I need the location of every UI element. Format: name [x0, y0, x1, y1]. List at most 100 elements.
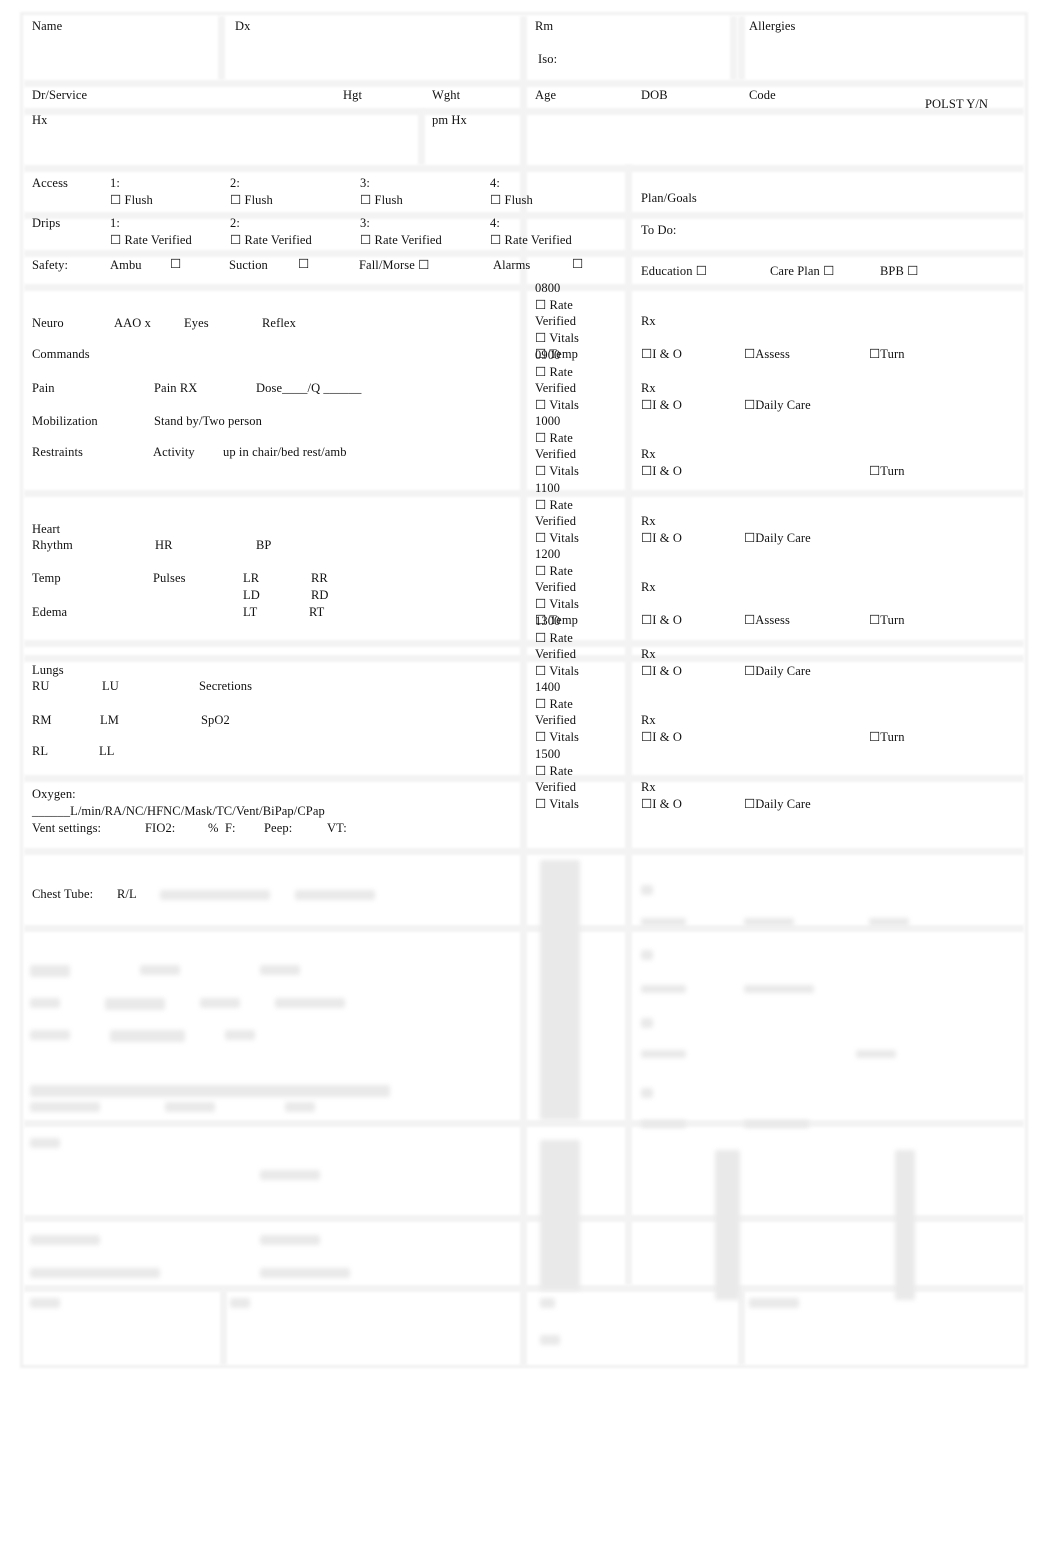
assess-checkbox[interactable]: ☐Assess [744, 613, 790, 628]
blurred-text [540, 1335, 560, 1345]
hour-1400-label: 1400 [535, 680, 561, 694]
grid-line [218, 16, 225, 80]
verified-label: Verified [535, 513, 577, 528]
grid-line [220, 1290, 227, 1365]
age-label: Age [535, 88, 557, 102]
grid-line [730, 16, 737, 80]
lungs-oxygen-label: Oxygen: [32, 787, 76, 801]
lungs-fio2-label: FIO2: [145, 821, 176, 835]
blurred-text [30, 1030, 70, 1040]
rate-checkbox[interactable]: ☐ Rate [535, 498, 573, 513]
daily-care-checkbox[interactable]: ☐Daily Care [744, 398, 811, 413]
access-slot-2: 2: [230, 176, 240, 190]
flush-checkbox[interactable]: ☐ Flush [110, 193, 153, 208]
flush-checkbox[interactable]: ☐ Flush [360, 193, 403, 208]
weight-label: Wght [432, 88, 461, 102]
vitals-checkbox[interactable]: ☐ Vitals [535, 531, 579, 546]
turn-checkbox[interactable]: ☐Turn [869, 730, 905, 745]
lungs-f-label: F: [225, 821, 236, 835]
lungs-spo2-label: SpO2 [201, 713, 230, 727]
alarms-checkbox[interactable]: ☐ [572, 257, 583, 272]
rate-verified-checkbox[interactable]: ☐ Rate Verified [360, 233, 442, 248]
neuro-pain-label: Pain [32, 381, 55, 395]
dr-service-label: Dr/Service [32, 88, 88, 102]
heart-rhythm-label: Rhythm [32, 538, 73, 552]
intake-output-checkbox[interactable]: ☐I & O [641, 464, 682, 479]
lungs-rm-label: RM [32, 713, 52, 727]
blurred-text [160, 890, 270, 900]
blurred-text [285, 1102, 315, 1112]
vitals-checkbox[interactable]: ☐ Vitals [535, 797, 579, 812]
pm-history-label: pm Hx [432, 113, 467, 127]
vitals-checkbox[interactable]: ☐ Vitals [535, 398, 579, 413]
ambu-checkbox[interactable]: ☐ [170, 257, 181, 272]
blurred-text [30, 998, 60, 1008]
blurred-text [275, 998, 345, 1008]
intake-output-checkbox[interactable]: ☐I & O [641, 347, 682, 362]
daily-care-checkbox[interactable]: ☐Daily Care [744, 531, 811, 546]
rate-checkbox[interactable]: ☐ Rate [535, 764, 573, 779]
drip-slot-2: 2: [230, 216, 240, 230]
intake-output-checkbox[interactable]: ☐I & O [641, 730, 682, 745]
heart-rr-label: RR [311, 571, 328, 585]
rate-checkbox[interactable]: ☐ Rate [535, 431, 573, 446]
turn-checkbox[interactable]: ☐Turn [869, 613, 905, 628]
rate-checkbox[interactable]: ☐ Rate [535, 365, 573, 380]
lungs-ll-label: LL [99, 744, 115, 758]
verified-label: Verified [535, 646, 577, 661]
care-plan-checkbox[interactable]: Care Plan ☐ [770, 264, 834, 279]
hour-1200-label: 1200 [535, 547, 561, 561]
vitals-checkbox[interactable]: ☐ Vitals [535, 331, 579, 346]
lungs-lm-label: LM [100, 713, 119, 727]
intake-output-checkbox[interactable]: ☐I & O [641, 398, 682, 413]
rate-verified-checkbox[interactable]: ☐ Rate Verified [490, 233, 572, 248]
name-label: Name [32, 19, 63, 33]
intake-output-checkbox[interactable]: ☐I & O [641, 797, 682, 812]
blurred-text [260, 1235, 320, 1245]
isolation-label: Iso: [538, 52, 558, 66]
height-label: Hgt [343, 88, 363, 102]
rate-checkbox[interactable]: ☐ Rate [535, 298, 573, 313]
dx-label: Dx [235, 19, 251, 33]
vitals-checkbox[interactable]: ☐ Vitals [535, 664, 579, 679]
vitals-checkbox[interactable]: ☐ Vitals [535, 464, 579, 479]
vitals-checkbox[interactable]: ☐ Vitals [535, 730, 579, 745]
blurred-text [30, 1298, 60, 1308]
fall-morse-checkbox[interactable]: Fall/Morse ☐ [359, 258, 429, 273]
turn-checkbox[interactable]: ☐Turn [869, 347, 905, 362]
bpb-checkbox[interactable]: BPB ☐ [880, 264, 918, 279]
alarms-label: Alarms [493, 258, 531, 272]
intake-output-checkbox[interactable]: ☐I & O [641, 613, 682, 628]
rate-checkbox[interactable]: ☐ Rate [535, 697, 573, 712]
lungs-secretions-label: Secretions [199, 679, 253, 693]
intake-output-checkbox[interactable]: ☐I & O [641, 664, 682, 679]
neuro-restraints-label: Restraints [32, 445, 83, 459]
access-label: Access [32, 176, 69, 190]
blurred-text [165, 1102, 215, 1112]
suction-checkbox[interactable]: ☐ [298, 257, 309, 272]
rate-checkbox[interactable]: ☐ Rate [535, 564, 573, 579]
blurred-text [641, 918, 686, 926]
assess-checkbox[interactable]: ☐Assess [744, 347, 790, 362]
blurred-text [295, 890, 375, 900]
daily-care-checkbox[interactable]: ☐Daily Care [744, 797, 811, 812]
vitals-checkbox[interactable]: ☐ Vitals [535, 597, 579, 612]
intake-output-checkbox[interactable]: ☐I & O [641, 531, 682, 546]
rate-checkbox[interactable]: ☐ Rate [535, 631, 573, 646]
grid-line [625, 165, 632, 1285]
dob-label: DOB [641, 88, 668, 102]
rx-label: Rx [641, 380, 656, 395]
flush-checkbox[interactable]: ☐ Flush [490, 193, 533, 208]
neuro-commands-label: Commands [32, 347, 90, 361]
turn-checkbox[interactable]: ☐Turn [869, 464, 905, 479]
blurred-text [540, 1140, 580, 1290]
daily-care-checkbox[interactable]: ☐Daily Care [744, 664, 811, 679]
education-checkbox[interactable]: Education ☐ [641, 264, 707, 279]
rate-verified-checkbox[interactable]: ☐ Rate Verified [230, 233, 312, 248]
rate-verified-checkbox[interactable]: ☐ Rate Verified [110, 233, 192, 248]
allergies-label: Allergies [749, 19, 796, 33]
blurred-text [641, 950, 653, 960]
heart-pulses-label: Pulses [153, 571, 186, 585]
blurred-text [225, 1030, 255, 1040]
flush-checkbox[interactable]: ☐ Flush [230, 193, 273, 208]
